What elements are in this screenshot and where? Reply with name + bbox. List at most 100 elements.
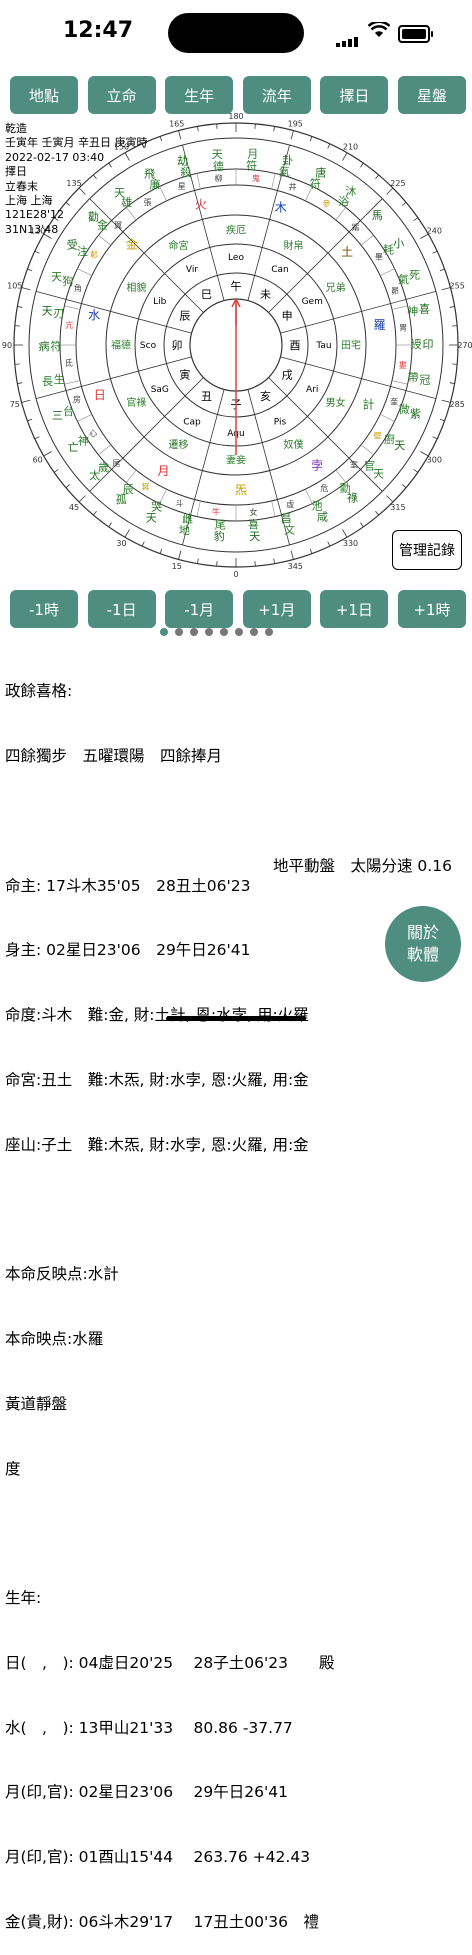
battery-icon (398, 25, 430, 43)
degree-label: 330 (343, 539, 358, 548)
degree-label: 195 (288, 120, 303, 129)
outer-star-label: 冠 (419, 373, 430, 386)
branch-label: 丑 (201, 390, 212, 403)
outer-star-label: 官 (364, 459, 375, 473)
page-dot[interactable] (160, 628, 168, 636)
minus-day-button[interactable]: -1日 (88, 590, 156, 628)
dynamic-chart-status: 地平動盤 太陽分速 0.16 (273, 854, 452, 876)
planet-marker: 月 (157, 464, 169, 478)
outer-star-label: 池 (312, 500, 323, 513)
about-label: 軟體 (407, 944, 439, 966)
palace-label: 疾厄 (226, 224, 246, 237)
info-line: 2022-02-17 03:40 (5, 151, 148, 165)
info-line: 壬寅年 壬寅月 辛丑日 庚寅時 (5, 136, 148, 150)
degree-tick (440, 419, 445, 421)
birth-year-button[interactable]: 生年 (165, 76, 233, 114)
mansion-label: 室 (350, 460, 358, 470)
page-dot[interactable] (190, 628, 198, 636)
degree-tick (66, 484, 70, 487)
outer-star-label: 符 (310, 177, 321, 190)
page-dot[interactable] (220, 628, 228, 636)
outer-star-label: 德 (213, 159, 224, 173)
mansion-divider (77, 414, 91, 421)
degree-label: 315 (390, 503, 405, 512)
mansion-divider (64, 381, 80, 385)
mansion-divider (160, 186, 167, 200)
sign-label: Cap (183, 417, 201, 427)
mansion-label: 斗 (175, 499, 183, 508)
degree-tick (360, 523, 363, 527)
branch-label: 申 (282, 309, 293, 322)
mansion-label: 氐 (65, 357, 73, 367)
degree-label: 105 (7, 282, 22, 291)
mansion-label: 女 (250, 507, 258, 517)
branch-label: 寅 (179, 367, 190, 381)
page-dot[interactable] (175, 628, 183, 636)
page-dot[interactable] (205, 628, 213, 636)
minus-month-button[interactable]: -1月 (165, 590, 233, 628)
mansion-label: 軫 (90, 249, 98, 259)
degree-label: 225 (390, 179, 405, 188)
outer-star-label: 馬 (372, 209, 383, 222)
plus-hour-button[interactable]: +1時 (398, 590, 466, 628)
about-software-button[interactable]: 關於軟體 (385, 906, 461, 982)
text-line: 生年: (5, 1588, 334, 1610)
sign-label: Can (271, 265, 289, 275)
page-dot[interactable] (235, 628, 243, 636)
text-line: 四餘獨步 五曜環陽 四餘捧月 (5, 746, 334, 768)
sign-label: Pis (274, 417, 287, 427)
branch-label: 戌 (282, 368, 293, 381)
plus-day-button[interactable]: +1日 (320, 590, 388, 628)
sign-label: SaG (151, 385, 169, 395)
planet-marker: 炁 (235, 483, 247, 497)
degree-tick (343, 529, 348, 537)
degree-tick (414, 469, 418, 472)
home-indicator[interactable] (166, 1016, 306, 1021)
mansion-divider (64, 306, 80, 310)
plus-month-button[interactable]: +1月 (243, 590, 311, 628)
outer-star-label: 耗 (383, 243, 394, 256)
location-button[interactable]: 地點 (10, 76, 78, 114)
degree-tick (160, 549, 162, 554)
text-line: 本命映点:水羅 (5, 1329, 334, 1351)
set-life-button[interactable]: 立命 (88, 76, 156, 114)
manage-records-button[interactable]: 管理記錄 (392, 530, 462, 570)
degree-tick (109, 523, 112, 527)
star-chart-button[interactable]: 星盤 (398, 76, 466, 114)
mansion-label: 角 (74, 283, 82, 293)
outer-star-label: 小 (393, 237, 404, 250)
outer-star-label: 長 (42, 375, 53, 388)
text-line: 政餘喜格: (5, 681, 334, 703)
outer-star-label: 雌 (182, 511, 193, 525)
degree-label: 180 (228, 112, 243, 121)
branch-label: 亥 (260, 389, 271, 403)
page-indicator[interactable] (160, 628, 273, 636)
status-time: 12:47 (63, 18, 133, 43)
annual-flow-button[interactable]: 流年 (243, 76, 311, 114)
degree-label: 75 (10, 400, 20, 409)
info-line: 立春末 (5, 180, 148, 194)
planet-marker: 孛 (311, 459, 323, 473)
text-line: 月(印,官): 02星日23'06 29午日26'41 (5, 1782, 334, 1804)
text-line: 度 (5, 1459, 334, 1481)
date-selection-button[interactable]: 擇日 (320, 76, 388, 114)
outer-star-label: 符 (246, 160, 257, 173)
degree-tick (414, 218, 418, 221)
degree-tick (402, 484, 406, 487)
house-divider (90, 378, 204, 492)
minus-hour-button[interactable]: -1時 (10, 590, 78, 628)
page-dot[interactable] (250, 628, 258, 636)
sign-label: Tau (315, 341, 331, 351)
degree-tick (197, 559, 198, 564)
degree-tick (343, 153, 348, 161)
page-dot[interactable] (265, 628, 273, 636)
degree-tick (433, 437, 438, 439)
palace-label: 妻妾 (226, 454, 246, 467)
degree-tick (179, 131, 181, 140)
degree-tick (22, 288, 31, 290)
outer-star-label: 紫 (410, 407, 421, 420)
branch-label: 辰 (179, 309, 190, 322)
outer-star-label: 微 (399, 402, 410, 416)
planet-marker: 羅 (374, 318, 386, 332)
outer-star-label: 勳 (340, 481, 351, 495)
